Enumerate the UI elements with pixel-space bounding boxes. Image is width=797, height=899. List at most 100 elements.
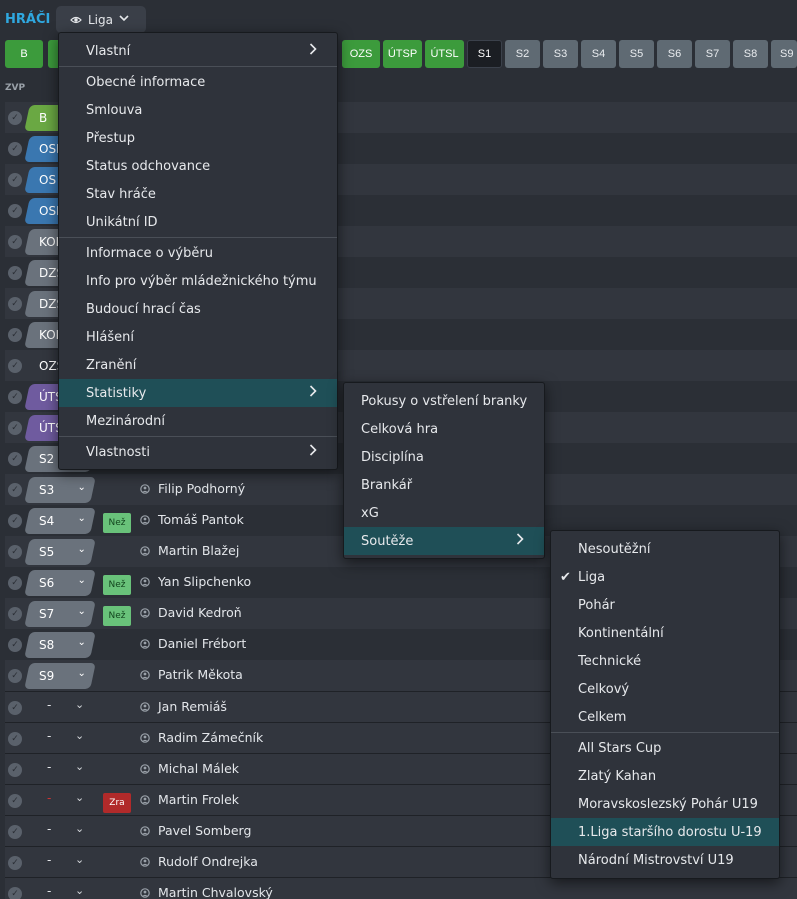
checkmark-icon[interactable]: ✓ — [8, 235, 22, 249]
checkmark-icon[interactable]: ✓ — [8, 297, 22, 311]
checkmark-icon[interactable]: ✓ — [8, 887, 22, 899]
checkmark-icon[interactable]: ✓ — [8, 452, 22, 466]
player-name[interactable]: Yan Slipchenko — [158, 574, 251, 589]
checkmark-icon[interactable]: ✓ — [8, 576, 22, 590]
view-selector-button[interactable]: Liga — [56, 6, 146, 33]
menu-item[interactable]: Informace o výběru — [59, 239, 337, 267]
chip-s1[interactable]: S1 — [467, 40, 502, 68]
chevron-down-icon[interactable]: ⌄ — [75, 729, 84, 742]
chip-s4[interactable]: S4 — [581, 40, 616, 68]
position-selector[interactable]: S3 ⌄ — [24, 477, 96, 503]
menu-item[interactable]: Status odchovance — [59, 152, 337, 180]
menu-item[interactable]: Disciplína — [344, 443, 544, 471]
menu-item[interactable]: Budoucí hrací čas — [59, 295, 337, 323]
menu-item[interactable]: Technické — [551, 647, 779, 675]
position-selector[interactable]: S9 ⌄ — [24, 663, 96, 689]
checkmark-icon[interactable]: ✓ — [8, 825, 22, 839]
menu-item[interactable]: Statistiky — [59, 379, 337, 407]
checkmark-icon[interactable]: ✓ — [8, 390, 22, 404]
checkmark-icon[interactable]: ✓ — [8, 173, 22, 187]
menu-item[interactable]: xG — [344, 499, 544, 527]
menu-item[interactable]: Obecné informace — [59, 68, 337, 96]
menu-item[interactable]: Stav hráče — [59, 180, 337, 208]
checkmark-icon[interactable]: ✓ — [8, 421, 22, 435]
menu-item[interactable]: Přestup — [59, 124, 337, 152]
table-row[interactable]: ✓ - ⌄ Martin Chvalovský — [5, 877, 797, 899]
menu-item[interactable]: Národní Mistrovství U19 — [551, 846, 779, 874]
player-name[interactable]: Martin Blažej — [158, 543, 239, 558]
menu-item[interactable]: Hlášení — [59, 323, 337, 351]
chip-s6[interactable]: S6 — [657, 40, 692, 68]
menu-item[interactable]: Vlastnosti — [59, 438, 337, 466]
chip-b[interactable]: B — [5, 40, 43, 68]
position-selector[interactable]: S7 ⌄ — [24, 601, 96, 627]
menu-item[interactable]: Zlatý Kahan — [551, 762, 779, 790]
player-name[interactable]: Jan Remiáš — [158, 699, 227, 714]
menu-item[interactable]: Celkový — [551, 675, 779, 703]
checkmark-icon[interactable]: ✓ — [8, 514, 22, 528]
chevron-down-icon[interactable]: ⌄ — [75, 822, 84, 835]
position-selector[interactable]: S5 ⌄ — [24, 539, 96, 565]
chip-s9[interactable]: S9 — [771, 40, 797, 68]
checkmark-icon[interactable]: ✓ — [8, 204, 22, 218]
menu-item[interactable]: Nesoutěžní — [551, 535, 779, 563]
menu-item[interactable]: Zranění — [59, 351, 337, 379]
checkmark-icon[interactable]: ✓ — [8, 763, 22, 777]
checkmark-icon[interactable]: ✓ — [8, 266, 22, 280]
chip-ozs[interactable]: OZS — [342, 40, 380, 68]
checkmark-icon[interactable]: ✓ — [8, 701, 22, 715]
chevron-down-icon[interactable]: ⌄ — [75, 791, 84, 804]
chip-s5[interactable]: S5 — [619, 40, 654, 68]
checkmark-icon[interactable]: ✓ — [8, 359, 22, 373]
menu-item[interactable]: Vlastní — [59, 37, 337, 65]
chevron-down-icon[interactable]: ⌄ — [75, 853, 84, 866]
menu-item[interactable]: Celkem — [551, 703, 779, 731]
position-selector[interactable]: S8 ⌄ — [24, 632, 96, 658]
player-name[interactable]: Daniel Frébort — [158, 636, 246, 651]
checkmark-icon[interactable]: ✓ — [8, 856, 22, 870]
chevron-down-icon[interactable]: ⌄ — [75, 760, 84, 773]
checkmark-icon[interactable]: ✓ — [8, 607, 22, 621]
menu-item[interactable]: Pohár — [551, 591, 779, 619]
chip-s2[interactable]: S2 — [505, 40, 540, 68]
player-name[interactable]: Patrik Měkota — [158, 667, 243, 682]
menu-item[interactable]: Kontinentální — [551, 619, 779, 647]
menu-item[interactable]: Moravskoslezský Pohár U19 — [551, 790, 779, 818]
menu-item[interactable]: Pokusy o vstřelení branky — [344, 387, 544, 415]
player-name[interactable]: Martin Chvalovský — [158, 885, 273, 899]
chip-s3[interactable]: S3 — [543, 40, 578, 68]
menu-item[interactable]: Mezinárodní — [59, 407, 337, 435]
checkmark-icon[interactable]: ✓ — [8, 483, 22, 497]
player-name[interactable]: Martin Frolek — [158, 792, 239, 807]
player-name[interactable]: Rudolf Ondrejka — [158, 854, 258, 869]
menu-item[interactable]: Unikátní ID — [59, 208, 337, 236]
player-name[interactable]: Radim Zámečník — [158, 730, 263, 745]
player-name[interactable]: Tomáš Pantok — [158, 512, 244, 527]
player-name[interactable]: Pavel Somberg — [158, 823, 251, 838]
player-name[interactable]: Michal Málek — [158, 761, 239, 776]
menu-item[interactable]: Brankář — [344, 471, 544, 499]
checkmark-icon[interactable]: ✓ — [8, 111, 22, 125]
chip-s8[interactable]: S8 — [733, 40, 768, 68]
menu-item[interactable]: Celková hra — [344, 415, 544, 443]
checkmark-icon[interactable]: ✓ — [8, 328, 22, 342]
checkmark-icon[interactable]: ✓ — [8, 794, 22, 808]
menu-item[interactable]: Smlouva — [59, 96, 337, 124]
checkmark-icon[interactable]: ✓ — [8, 545, 22, 559]
menu-item[interactable]: All Stars Cup — [551, 734, 779, 762]
player-name[interactable]: David Kedroň — [158, 605, 242, 620]
chip-s7[interactable]: S7 — [695, 40, 730, 68]
checkmark-icon[interactable]: ✓ — [8, 142, 22, 156]
menu-item[interactable]: 1.Liga staršího dorostu U-19 — [551, 818, 779, 846]
checkmark-icon[interactable]: ✓ — [8, 669, 22, 683]
menu-item[interactable]: Soutěže — [344, 527, 544, 555]
player-name[interactable]: Filip Podhorný — [158, 481, 245, 496]
position-selector[interactable]: S4 ⌄ — [24, 508, 96, 534]
chip-utsl[interactable]: ÚTSL — [425, 40, 464, 68]
checkmark-icon[interactable]: ✓ — [8, 732, 22, 746]
checkmark-icon[interactable]: ✓ — [8, 638, 22, 652]
menu-item[interactable]: ✔ Liga — [551, 563, 779, 591]
chip-utsp[interactable]: ÚTSP — [383, 40, 422, 68]
chevron-down-icon[interactable]: ⌄ — [75, 884, 84, 897]
position-selector[interactable]: S6 ⌄ — [24, 570, 96, 596]
